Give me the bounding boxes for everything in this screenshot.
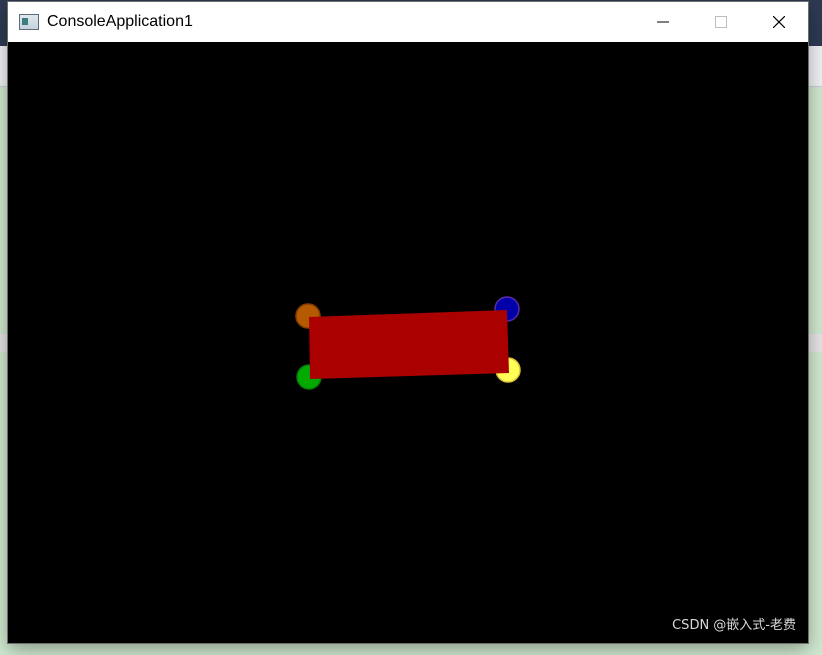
caption-buttons (634, 2, 808, 42)
console-client-area: CSDN @嵌入式-老费 (8, 42, 808, 643)
console-app-icon[interactable] (19, 14, 39, 30)
close-icon (773, 16, 785, 28)
watermark: CSDN @嵌入式-老费 (672, 618, 796, 633)
graphics-scene (295, 296, 521, 390)
console-window: ConsoleApplication1 CSDN @嵌入式-老费 (8, 2, 808, 643)
maximize-button[interactable] (692, 2, 750, 42)
window-title: ConsoleApplication1 (47, 13, 193, 30)
maximize-icon (715, 16, 727, 28)
minimize-icon (657, 21, 669, 23)
rotated-rectangle (309, 310, 509, 379)
minimize-button[interactable] (634, 2, 692, 42)
close-button[interactable] (750, 2, 808, 42)
window-titlebar[interactable]: ConsoleApplication1 (8, 2, 808, 42)
